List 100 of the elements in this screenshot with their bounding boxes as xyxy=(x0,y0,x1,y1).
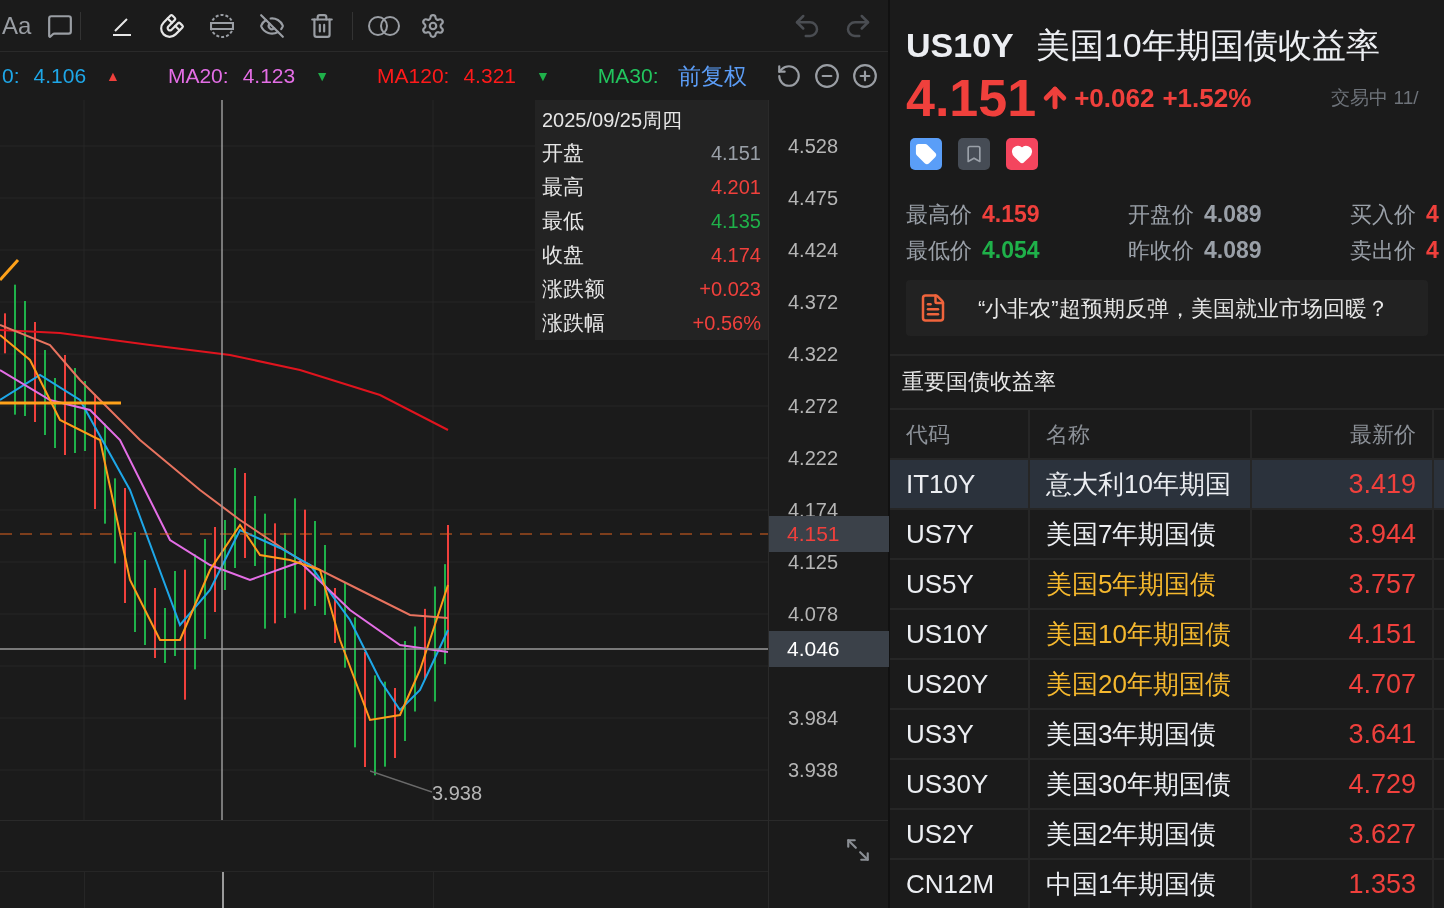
section-title: 重要国债收益率 xyxy=(902,368,1056,397)
tooltip-label: 涨跌幅 xyxy=(542,310,605,337)
name-cell[interactable]: 美国20年期国债 xyxy=(1030,660,1250,708)
trend-arrow: ▼ xyxy=(536,66,550,86)
candlestick xyxy=(424,608,426,679)
tooltip-value: +0.023 xyxy=(699,277,761,302)
price-axis-label: 4.078 xyxy=(788,602,839,627)
code-cell[interactable]: US30Y xyxy=(890,760,1028,808)
heart-icon xyxy=(1011,143,1033,165)
tooltip-label: 最低 xyxy=(542,208,584,235)
stat-label: 开盘价 xyxy=(1128,200,1194,229)
stat-value: 4.089 xyxy=(1204,199,1262,229)
zoom-out-icon[interactable] xyxy=(814,63,840,89)
tooltip-value: 4.135 xyxy=(710,209,761,234)
tooltip-value: +0.56% xyxy=(692,311,761,336)
price-cell: 3.419 xyxy=(1252,460,1432,508)
indicator-label: MA20: xyxy=(167,63,229,90)
news-headline: “小非农”超预期反弹，美国就业市场回暖？ xyxy=(978,294,1389,323)
leader-line xyxy=(370,770,432,794)
price-change: +0.062 xyxy=(1074,81,1155,115)
price-axis-label: 3.938 xyxy=(788,758,839,783)
candlestick xyxy=(154,588,156,658)
tooltip-label: 最高 xyxy=(542,174,584,201)
price-axis-label: 4.222 xyxy=(788,446,839,471)
delete-icon[interactable] xyxy=(309,12,335,39)
tooltip-value: 4.201 xyxy=(710,175,761,200)
name-cell[interactable]: 美国30年期国债 xyxy=(1030,760,1250,808)
adjustment-link[interactable]: 前复权 xyxy=(678,58,747,94)
candlestick xyxy=(254,496,256,566)
stat-label: 买入价 xyxy=(1350,200,1416,229)
tag-icon-button[interactable] xyxy=(910,138,942,170)
stat-label: 最高价 xyxy=(906,200,972,229)
price-axis-label: 4.322 xyxy=(788,342,839,367)
zoom-in-icon[interactable] xyxy=(852,63,878,89)
price-cell: 4.151 xyxy=(1252,610,1432,658)
code-cell[interactable]: US20Y xyxy=(890,660,1028,708)
price-axis-label: 4.424 xyxy=(788,238,839,263)
code-cell[interactable]: IT10Y xyxy=(890,460,1028,508)
price-cell: 3.641 xyxy=(1252,710,1432,758)
price-cell: 3.944 xyxy=(1252,510,1432,558)
name-cell[interactable]: 美国5年期国债 xyxy=(1030,560,1250,608)
stat-value: 4.054 xyxy=(982,235,1040,265)
candlestick xyxy=(394,688,396,758)
settings-icon[interactable] xyxy=(420,12,446,39)
column-header: 代码 xyxy=(890,410,1028,458)
indicator-value: 4.321 xyxy=(463,63,516,90)
tooltip-value: 4.174 xyxy=(710,243,761,268)
candlestick xyxy=(4,313,6,354)
candlestick xyxy=(324,545,326,615)
tooltip-label: 开盘 xyxy=(542,140,584,167)
indicator-label: 0: xyxy=(2,63,20,90)
candlestick xyxy=(164,608,166,663)
indicator-value: 4.123 xyxy=(242,63,296,90)
magnet-icon[interactable] xyxy=(159,12,185,39)
tooltip-label: 收盘 xyxy=(542,242,584,269)
name-cell[interactable]: 美国3年期国债 xyxy=(1030,710,1250,758)
code-cell[interactable]: CN12M xyxy=(890,860,1028,908)
measure-icon[interactable] xyxy=(207,12,237,39)
name-cell[interactable]: 美国2年期国债 xyxy=(1030,810,1250,858)
note-icon-button[interactable] xyxy=(958,138,990,170)
heart-icon-button[interactable] xyxy=(1006,138,1038,170)
name-cell[interactable]: 美国10年期国债 xyxy=(1030,610,1250,658)
reset-icon[interactable] xyxy=(776,63,802,89)
price-axis-label: 4.475 xyxy=(788,186,839,211)
stat-label: 卖出价 xyxy=(1350,236,1416,265)
expand-icon[interactable] xyxy=(845,837,871,863)
code-cell[interactable]: US10Y xyxy=(890,610,1028,658)
trend-line[interactable] xyxy=(0,259,20,281)
symbol-title: US10Y xyxy=(906,24,1014,66)
news-banner[interactable]: “小非农”超预期反弹，美国就业市场回暖？ xyxy=(906,280,1428,336)
text-tool[interactable]: Aa xyxy=(2,7,32,44)
horizontal-line[interactable] xyxy=(0,401,121,405)
code-cell[interactable]: US2Y xyxy=(890,810,1028,858)
candlestick xyxy=(334,588,336,643)
comment-icon[interactable] xyxy=(47,12,73,39)
eye-off-icon[interactable] xyxy=(259,12,285,39)
stat-value: 4.159 xyxy=(982,199,1040,229)
name-cell[interactable]: 意大利10年期国 xyxy=(1030,460,1250,508)
price-axis-label: 4.372 xyxy=(788,290,839,315)
code-cell[interactable]: US5Y xyxy=(890,560,1028,608)
name-cell[interactable]: 中国1年期国债 xyxy=(1030,860,1250,908)
code-cell[interactable]: US3Y xyxy=(890,710,1028,758)
price-cell: 4.707 xyxy=(1252,660,1432,708)
name-cell[interactable]: 美国7年期国债 xyxy=(1030,510,1250,558)
stat-label: 最低价 xyxy=(906,236,972,265)
trend-arrow: ▲ xyxy=(106,66,120,86)
code-cell[interactable]: US7Y xyxy=(890,510,1028,558)
trading-status: 交易中 11/ xyxy=(1331,85,1419,110)
indicator-value: 4.106 xyxy=(33,63,87,90)
price-cell: 1.353 xyxy=(1252,860,1432,908)
tooltip-label: 涨跌额 xyxy=(542,276,605,303)
price-axis-label: 4.272 xyxy=(788,394,839,419)
candlestick xyxy=(224,520,226,590)
low-price-label: 3.938 xyxy=(432,781,483,806)
instrument-name: 美国10年期国债收益率 xyxy=(1035,24,1380,66)
stat-value: 4 xyxy=(1426,199,1439,229)
price-tag: 4.151 xyxy=(769,516,889,552)
overlap-circles-icon[interactable] xyxy=(367,14,401,37)
price-cell: 3.627 xyxy=(1252,810,1432,858)
tooltip-date: 2025/09/25周四 xyxy=(542,108,684,133)
